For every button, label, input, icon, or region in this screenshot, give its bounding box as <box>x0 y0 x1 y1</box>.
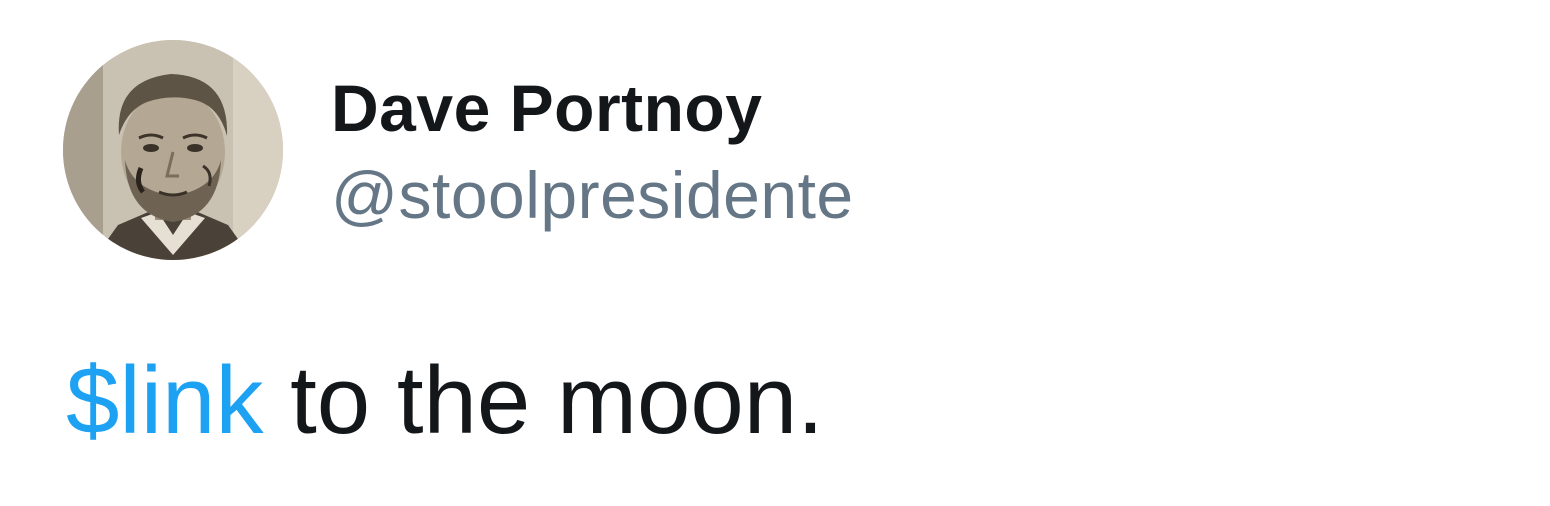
profile-photo-icon <box>63 40 283 260</box>
avatar[interactable] <box>63 40 283 260</box>
author-display-name[interactable]: Dave Portnoy <box>331 70 762 146</box>
tweet-card: Dave Portnoy @stoolpresidente $link to t… <box>0 0 1550 506</box>
tweet-body-text: to the moon. <box>263 347 824 454</box>
cashtag-link[interactable]: $link <box>66 347 263 454</box>
tweet-text: $link to the moon. <box>66 346 824 456</box>
author-handle[interactable]: @stoolpresidente <box>331 157 854 233</box>
